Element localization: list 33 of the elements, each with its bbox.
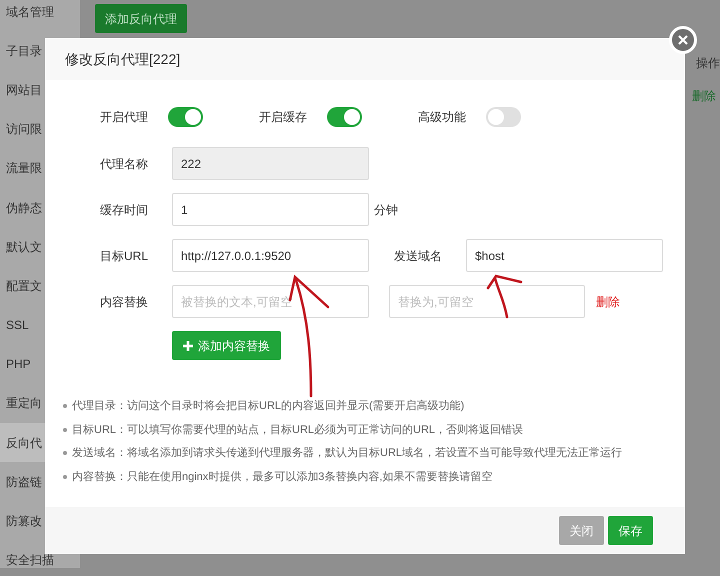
bullet-icon [63,474,67,479]
add-proxy-button[interactable]: 添加反向代理 [95,4,187,33]
delete-link[interactable]: 删除 [596,292,620,310]
toggle-switch[interactable] [168,107,203,127]
close-icon [678,35,688,45]
toggle-label: 高级功能 [418,109,467,126]
sidebar-item[interactable]: 安全扫描 [0,540,80,576]
plus-icon [183,340,193,350]
bullet-icon [63,428,67,432]
close-dialog-button[interactable] [669,26,697,54]
unit-label: 分钟 [374,202,398,218]
sidebar-item[interactable]: 域名管理 [0,0,80,32]
toggle-label: 开启代理 [100,109,149,126]
dialog-title: 修改反向代理[222] [65,50,180,69]
domain-field[interactable]: $host [466,239,663,272]
bullet-icon [63,451,67,456]
field-label: 发送域名 [394,248,443,264]
note-text: 代理目录：访问这个目录时将会把目标URL的内容返回并显示(需要开启高级功能) [72,398,464,414]
text-field[interactable]: 1 [172,193,369,226]
toggle-switch[interactable] [327,107,362,127]
toggle-switch[interactable] [486,107,521,127]
column-header: 操作 [696,55,720,72]
text-field[interactable]: 替换为,可留空 [389,285,585,318]
toggle-label: 开启缓存 [259,109,308,126]
field-label: 内容替换 [100,294,149,310]
field-label: 目标URL [100,248,150,264]
note-text: 内容替换：只能在使用nginx时提供，最多可以添加3条替换内容,如果不需要替换请留空 [72,470,492,484]
field-label: 缓存时间 [100,202,149,218]
save-button[interactable]: 保存 [608,516,653,545]
bullet-icon [63,404,67,408]
url-field[interactable]: http://127.0.0.1:9520 [172,239,369,272]
field-label: 代理名称 [100,156,149,172]
add-replace-button[interactable]: 添加内容替换 [172,331,281,360]
